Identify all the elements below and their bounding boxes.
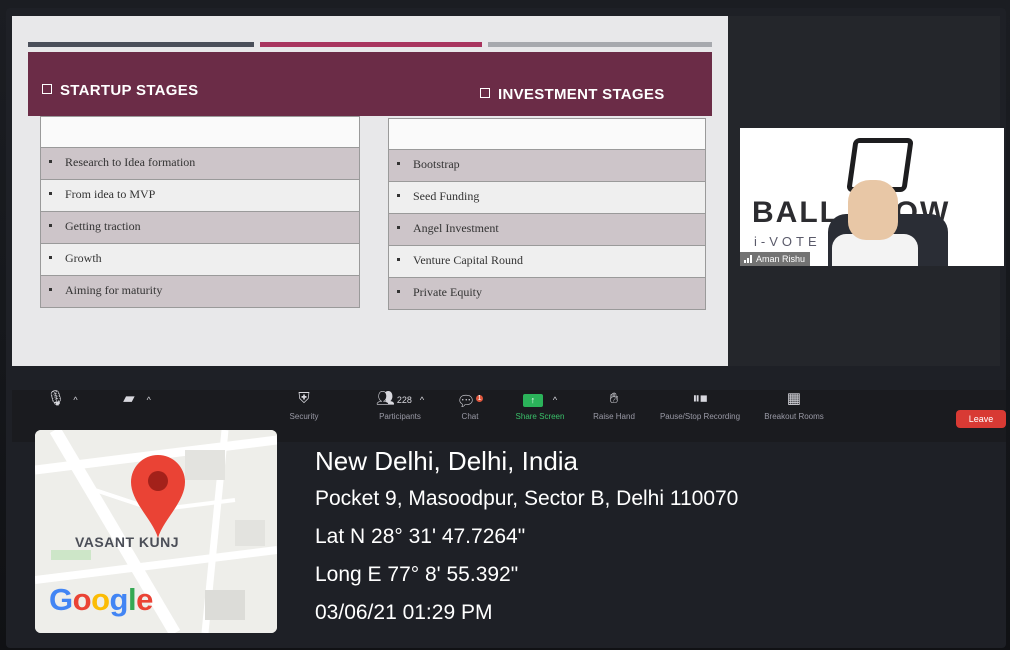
grid-icon: ▦ [786,390,802,407]
table-row: Bootstrap [388,150,706,182]
participants-button[interactable]: 👥︎ 228 ^ Participants [360,390,440,421]
microphone-muted-icon: 🎙︎ ^ [46,390,78,407]
participant-video[interactable]: BALL NOW i-VOTE URE Aman Rishu [740,128,1004,266]
table-header [40,116,360,148]
slide-decor-bars [28,42,712,48]
chat-bubble-icon: 💬︎ 1 [456,393,484,410]
participant-face [848,180,898,240]
investment-stages-heading: INVESTMENT STAGES [480,86,665,103]
location-pin-icon [131,455,185,538]
table-row: Aiming for maturity [40,276,360,308]
geotag-datetime: 03/06/21 01:29 PM [315,601,493,624]
investment-stages-table: Bootstrap Seed Funding Angel Investment … [388,118,706,310]
security-button[interactable]: ⛨ Security [284,390,324,421]
mute-button[interactable]: 🎙︎ ^ [42,390,82,412]
shared-slide: STARTUP STAGES INVESTMENT STAGES Researc… [12,16,728,366]
raise-hand-button[interactable]: ✋︎ Raise Hand [586,390,642,421]
table-row: Growth [40,244,360,276]
decor-bar-3 [488,42,712,47]
participants-icon: 👥︎ 228 ^ [375,390,425,407]
checkbox-bullet-icon [480,88,490,98]
geotag-latitude: Lat N 28° 31' 47.7264" [315,525,526,548]
breakout-rooms-button[interactable]: ▦ Breakout Rooms [756,390,832,421]
camera-off-icon: ▰ ^ [123,390,151,407]
geotag-address: Pocket 9, Masoodpur, Sector B, Delhi 110… [315,487,739,510]
map-area-label: VASANT KUNJ [75,534,180,550]
decor-bar-2 [260,42,482,47]
hand-icon: ✋︎ [609,390,619,407]
startup-stages-heading: STARTUP STAGES [42,82,198,99]
share-screen-icon: ↑ ^ [508,390,572,408]
table-row: Getting traction [40,212,360,244]
decor-bar-1 [28,42,254,47]
shield-icon: ⛨ [298,390,310,407]
table-row: Seed Funding [388,182,706,214]
map-thumbnail: VASANT KUNJ Google [35,430,277,633]
signal-strength-icon [744,255,752,263]
geotag-info: New Delhi, Delhi, India Pocket 9, Masood… [315,442,738,632]
participant-name-tag: Aman Rishu [740,252,811,266]
recording-button[interactable]: ⏸︎⏹︎ Pause/Stop Recording [650,390,750,421]
table-row: Private Equity [388,278,706,310]
google-logo: Google [49,582,153,617]
video-button[interactable]: ▰ ^ [112,390,162,412]
table-header [388,118,706,150]
checkbox-bullet-icon [42,84,52,94]
chat-button[interactable]: 💬︎ 1 Chat [452,390,488,421]
leave-button[interactable]: Leave [956,410,1006,428]
startup-stages-table: Research to Idea formation From idea to … [40,116,360,308]
geotag-city: New Delhi, Delhi, India [315,446,579,476]
geotag-longitude: Long E 77° 8' 55.392" [315,563,519,586]
pause-stop-icon: ⏸︎⏹︎ [692,390,708,407]
table-row: Research to Idea formation [40,148,360,180]
table-row: Angel Investment [388,214,706,246]
table-row: Venture Capital Round [388,246,706,278]
table-row: From idea to MVP [40,180,360,212]
share-screen-button[interactable]: ↑ ^ Share Screen [508,390,572,421]
